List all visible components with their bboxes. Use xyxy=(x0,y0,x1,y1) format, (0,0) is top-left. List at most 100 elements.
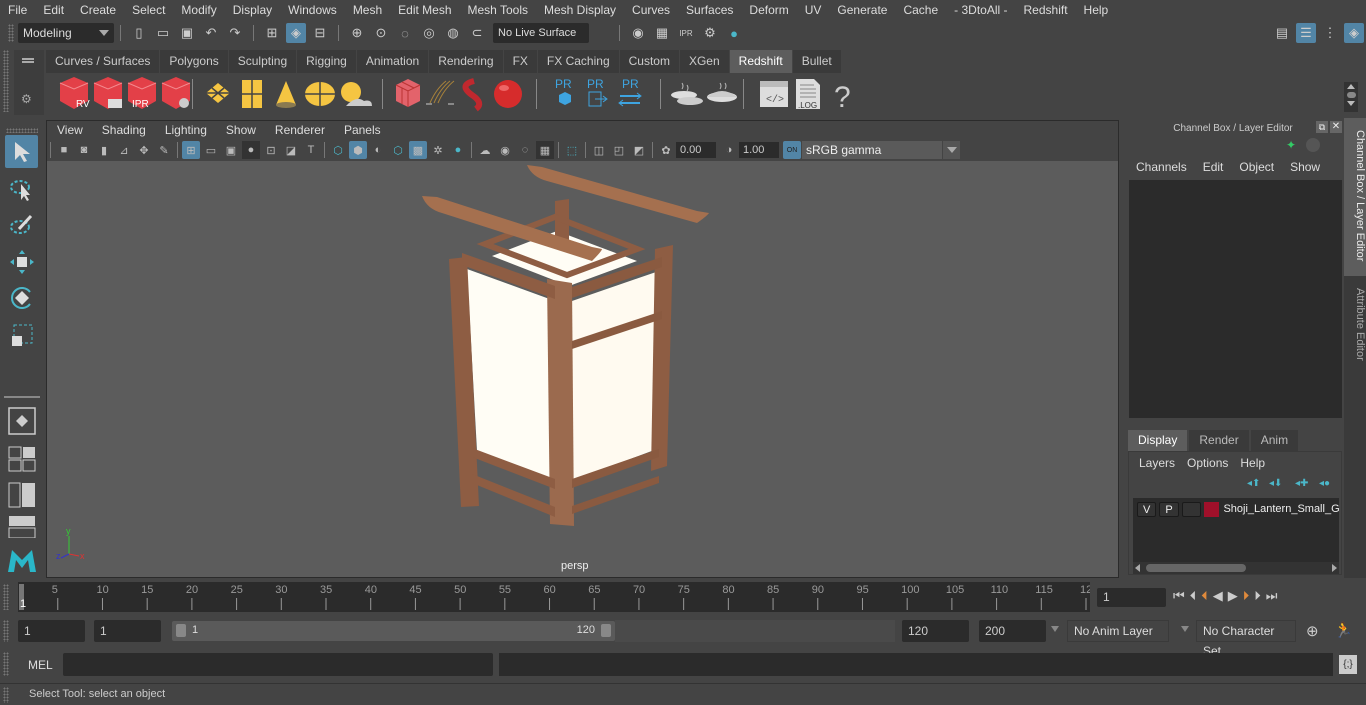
shadows-icon[interactable]: ● xyxy=(449,141,467,159)
paint-select-tool[interactable] xyxy=(5,208,38,241)
channel-menu-show[interactable]: Show xyxy=(1282,160,1328,174)
menu-3dtoall[interactable]: - 3DtoAll - xyxy=(946,3,1015,17)
layer-tab-display[interactable]: Display xyxy=(1128,430,1188,451)
live-surface-field[interactable]: No Live Surface xyxy=(493,23,589,43)
help-icon[interactable]: ? xyxy=(834,81,851,114)
bookmark-icon[interactable]: ▮ xyxy=(95,141,113,159)
shelf-tab-rigging[interactable]: Rigging xyxy=(297,50,357,73)
script-editor-icon[interactable]: </> xyxy=(760,81,788,107)
current-frame-field[interactable]: 1 xyxy=(1097,588,1166,607)
safe-action-icon[interactable]: ◪ xyxy=(282,141,300,159)
shelf-tab-curves-surfaces[interactable]: Curves / Surfaces xyxy=(46,50,161,73)
range-end-handle[interactable] xyxy=(601,624,611,637)
scroll-thumb[interactable] xyxy=(1346,92,1356,98)
camera-select-icon[interactable]: ■ xyxy=(55,141,73,159)
step-back-key-icon[interactable]: ⏴ xyxy=(1201,588,1208,604)
shelf-tab-fx[interactable]: FX xyxy=(503,50,538,73)
redshift-render-view-icon[interactable]: RV xyxy=(59,77,90,110)
snap-curve-icon[interactable]: ⊙ xyxy=(371,23,391,43)
open-scene-icon[interactable]: ▭ xyxy=(153,23,173,43)
proxy-swap-icon[interactable]: PR xyxy=(618,77,642,107)
default-material-icon[interactable]: ◐ xyxy=(369,141,387,159)
command-input[interactable] xyxy=(63,653,493,676)
wireframe-on-shaded-icon[interactable]: ⬡ xyxy=(389,141,407,159)
shelf-tab-custom[interactable]: Custom xyxy=(619,50,680,73)
redshift-sphere-icon[interactable] xyxy=(494,80,522,108)
step-forward-key-icon[interactable]: ⏵ xyxy=(1243,588,1250,604)
time-ruler[interactable]: 15 10 15 20 25 30 35 40 45 50 55 60 65 70 75 80 85 90 95 10… xyxy=(18,582,1092,612)
menu-windows[interactable]: Windows xyxy=(280,3,345,17)
menu-modify[interactable]: Modify xyxy=(173,3,224,17)
playback-start-field[interactable]: 1 xyxy=(94,620,161,642)
camera-attributes-icon[interactable]: ◙ xyxy=(75,141,93,159)
range-slider[interactable]: 1 120 xyxy=(172,621,615,641)
play-forward-icon[interactable]: ▶ xyxy=(1228,588,1238,604)
timeline-grip[interactable] xyxy=(3,584,9,610)
textured-icon[interactable]: ▩ xyxy=(409,141,427,159)
viewport-menu-panels[interactable]: Panels xyxy=(334,123,390,137)
modeling-toolkit-icon[interactable]: ▤ xyxy=(1272,23,1292,43)
viewport-menu-shading[interactable]: Shading xyxy=(92,123,155,137)
outliner-persp-layout[interactable] xyxy=(5,478,38,511)
playback-end-field[interactable]: 120 xyxy=(902,620,969,642)
smooth-shade-icon[interactable]: ⬢ xyxy=(349,141,367,159)
channel-menu-channels[interactable]: Channels xyxy=(1128,160,1195,174)
safe-title-icon[interactable]: T xyxy=(302,141,320,159)
sync-icon[interactable] xyxy=(1306,138,1320,152)
redo-icon[interactable]: ↷ xyxy=(225,23,245,43)
bake-icon[interactable] xyxy=(707,82,737,102)
mode-selector[interactable]: Modeling xyxy=(18,23,114,43)
end-time-field[interactable]: 200 xyxy=(979,620,1046,642)
menu-create[interactable]: Create xyxy=(72,3,124,17)
select-component-icon[interactable]: ⊟ xyxy=(310,23,330,43)
xray-icon[interactable]: ◫ xyxy=(590,141,608,159)
step-back-icon[interactable]: ⏴ xyxy=(1190,588,1197,604)
step-forward-icon[interactable]: ⏵ xyxy=(1254,588,1261,604)
layer-menu-options[interactable]: Options xyxy=(1181,456,1234,470)
shelf-grip[interactable] xyxy=(3,50,9,112)
outliner-toggle-icon[interactable]: ⋮ xyxy=(1320,23,1340,43)
ipr-render-icon[interactable]: IPR xyxy=(676,23,696,43)
select-object-icon[interactable]: ◈ xyxy=(286,23,306,43)
scroll-left-icon[interactable] xyxy=(1135,564,1140,572)
snap-point-icon[interactable]: ◌ xyxy=(395,23,415,43)
script-editor-icon[interactable]: {;} xyxy=(1339,655,1357,674)
command-language[interactable]: MEL xyxy=(28,658,53,672)
scroll-thumb[interactable] xyxy=(1146,564,1246,572)
new-layer-selected-icon[interactable]: ◂● xyxy=(1319,478,1330,489)
wireframe-icon[interactable]: ⬡ xyxy=(329,141,347,159)
character-set-dropdown-icon[interactable] xyxy=(1181,626,1189,632)
color-space-dropdown[interactable]: sRGB gamma xyxy=(802,141,942,159)
depth-of-field-icon[interactable]: ▦ xyxy=(536,141,554,159)
motion-blur-icon[interactable]: ◉ xyxy=(496,141,514,159)
float-panel-icon[interactable]: ⧉ xyxy=(1316,121,1328,133)
redshift-ies-light-icon[interactable] xyxy=(276,81,296,108)
shelf-tab-redshift[interactable]: Redshift xyxy=(729,50,793,73)
time-slider[interactable]: 1 5 10 15 20 25 30 35 40 45 50 55 60 65 70 75 80 85 90 95 10… xyxy=(18,582,1092,612)
tab-attribute-editor[interactable]: Attribute Editor xyxy=(1344,280,1366,380)
color-space-dropdown-arrow[interactable] xyxy=(942,141,960,159)
redshift-volume-icon[interactable] xyxy=(395,79,421,107)
redshift-dome-light-icon[interactable] xyxy=(305,82,335,106)
layer-color-swatch[interactable] xyxy=(1204,501,1220,517)
isolate-select-icon[interactable]: ⬚ xyxy=(563,141,581,159)
select-tool[interactable] xyxy=(5,135,38,168)
layer-visibility-toggle[interactable]: V xyxy=(1137,501,1157,517)
redshift-settings-icon[interactable] xyxy=(161,77,191,109)
render-settings-icon[interactable]: ⚙ xyxy=(700,23,720,43)
xray-joints-icon[interactable]: ◰ xyxy=(610,141,628,159)
viewport-menu-renderer[interactable]: Renderer xyxy=(265,123,334,137)
shelf-menu-icon[interactable] xyxy=(22,58,34,60)
menu-deform[interactable]: Deform xyxy=(741,3,796,17)
proxy-export-icon[interactable]: PR xyxy=(555,77,572,105)
layer-tab-render[interactable]: Render xyxy=(1189,430,1249,451)
film-gate-icon[interactable]: ▭ xyxy=(202,141,220,159)
menu-uv[interactable]: UV xyxy=(797,3,830,17)
snap-live-icon[interactable]: ⊂ xyxy=(467,23,487,43)
move-layer-up-icon[interactable]: ◂⬆ xyxy=(1247,478,1260,489)
2d-pan-zoom-icon[interactable]: ✥ xyxy=(135,141,153,159)
menu-help[interactable]: Help xyxy=(1076,3,1117,17)
snap-grid-icon[interactable]: ⊕ xyxy=(347,23,367,43)
field-chart-icon[interactable]: ⊡ xyxy=(262,141,280,159)
menu-display[interactable]: Display xyxy=(225,3,280,17)
